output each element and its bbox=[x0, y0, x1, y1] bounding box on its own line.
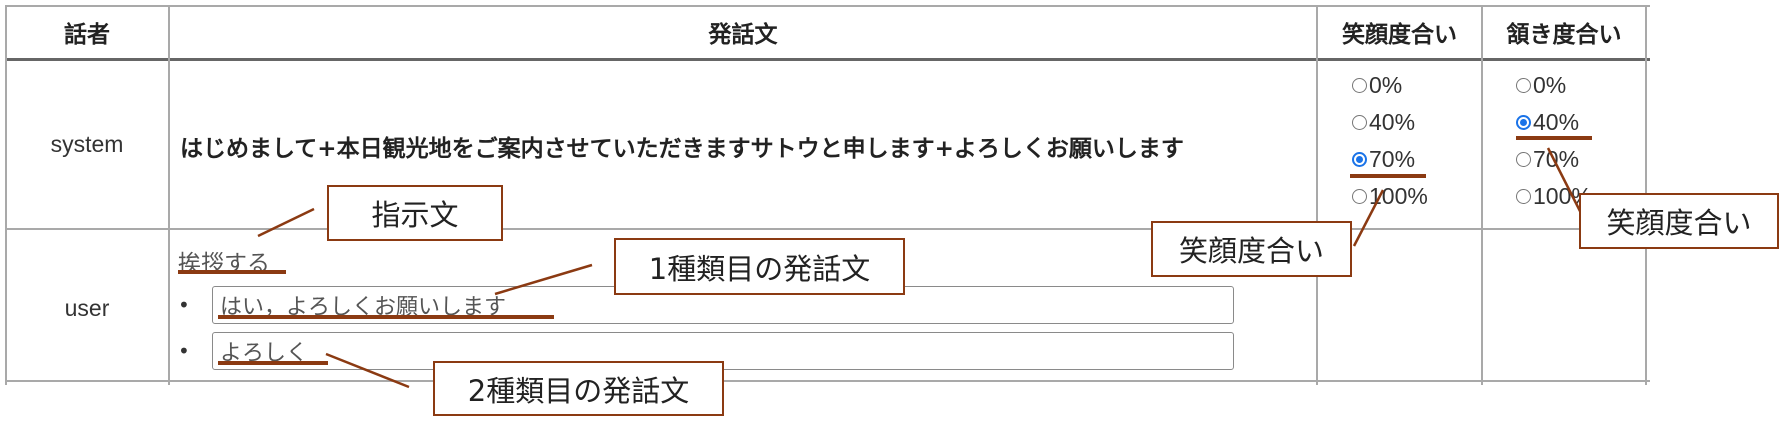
header-utterance: 発話文 bbox=[708, 22, 778, 48]
header-speaker: 話者 bbox=[64, 22, 110, 48]
speaker-system: system bbox=[50, 131, 124, 157]
callout-instruction: 指示文 bbox=[327, 185, 503, 241]
nod-option-label: 70% bbox=[1533, 146, 1580, 172]
grid-col-1 bbox=[168, 5, 170, 385]
nod-option-label: 40% bbox=[1533, 109, 1580, 135]
speaker-user: user bbox=[64, 295, 110, 321]
radio-unchecked-icon bbox=[1352, 115, 1367, 130]
nod-option-label: 0% bbox=[1533, 72, 1567, 98]
smile-option-label: 40% bbox=[1369, 109, 1416, 135]
underline-smile bbox=[1350, 174, 1426, 178]
radio-checked-icon bbox=[1516, 115, 1531, 130]
radio-unchecked-icon bbox=[1516, 78, 1531, 93]
header-smile: 笑顔度合い bbox=[1342, 22, 1457, 48]
underline-response-1 bbox=[218, 315, 554, 319]
smile-option-70[interactable]: 70% bbox=[1352, 146, 1415, 173]
grid-col-3 bbox=[1481, 5, 1483, 385]
grid-col-2 bbox=[1316, 5, 1318, 385]
radio-unchecked-icon bbox=[1352, 78, 1367, 93]
grid-bottom bbox=[5, 380, 1650, 382]
nod-option-0[interactable]: 0% bbox=[1516, 72, 1566, 99]
header-nod: 頷き度合い bbox=[1506, 22, 1622, 48]
grid-row-divider bbox=[5, 228, 1650, 230]
nod-option-40[interactable]: 40% bbox=[1516, 109, 1579, 136]
radio-unchecked-icon bbox=[1516, 152, 1531, 167]
smile-option-label: 100% bbox=[1369, 183, 1428, 209]
underline-nod bbox=[1516, 136, 1592, 140]
grid-left bbox=[5, 5, 7, 385]
callout-smile: 笑顔度合い bbox=[1151, 221, 1352, 277]
underline-instruction bbox=[178, 270, 286, 274]
radio-unchecked-icon bbox=[1516, 189, 1531, 204]
leader-instruction bbox=[257, 207, 315, 238]
callout-response-2: 2種類目の発話文 bbox=[433, 361, 724, 416]
nod-option-70[interactable]: 70% bbox=[1516, 146, 1579, 173]
radio-unchecked-icon bbox=[1352, 189, 1367, 204]
smile-option-40[interactable]: 40% bbox=[1352, 109, 1415, 136]
radio-checked-icon bbox=[1352, 152, 1367, 167]
callout-response-1: 1種類目の発話文 bbox=[614, 238, 905, 295]
grid-header-bottom bbox=[5, 58, 1650, 61]
smile-option-0[interactable]: 0% bbox=[1352, 72, 1402, 99]
bullet-icon: • bbox=[178, 339, 190, 363]
smile-option-label: 70% bbox=[1369, 146, 1416, 172]
underline-response-2 bbox=[218, 361, 328, 365]
bullet-icon: • bbox=[178, 293, 190, 317]
smile-option-100[interactable]: 100% bbox=[1352, 183, 1428, 210]
smile-option-label: 0% bbox=[1369, 72, 1403, 98]
callout-nod: 笑顔度合い bbox=[1579, 193, 1779, 249]
system-utterance: はじめまして+本日観光地をご案内させていただきますサトウと申します+よろしくお願… bbox=[180, 136, 1184, 162]
